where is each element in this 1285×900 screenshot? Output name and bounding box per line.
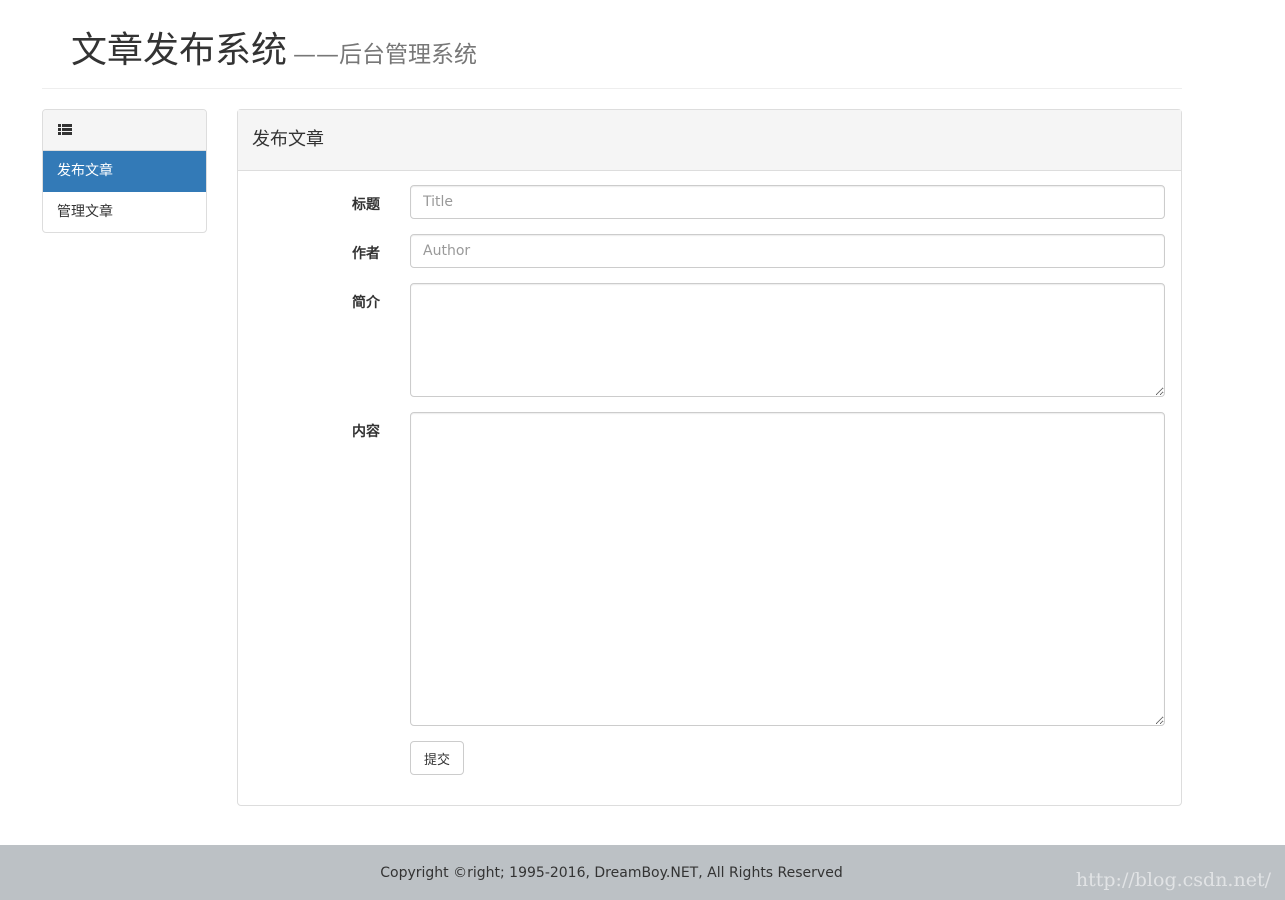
sidebar-item-manage-articles[interactable]: 管理文章 xyxy=(43,192,206,232)
page-header: 文章发布系统 ——后台管理系统 xyxy=(42,0,1182,89)
content-label: 内容 xyxy=(352,424,380,440)
page-subtitle: ——后台管理系统 xyxy=(293,42,478,68)
watermark-text: http://blog.csdn.net/ xyxy=(1075,869,1271,891)
content-textarea[interactable] xyxy=(410,412,1165,726)
sidebar: 发布文章 管理文章 xyxy=(42,109,207,233)
title-input[interactable] xyxy=(410,185,1165,219)
copyright-text: Copyright ©right; 1995-2016, DreamBoy.NE… xyxy=(380,865,843,881)
page-title: 文章发布系统 ——后台管理系统 xyxy=(71,30,477,76)
author-input[interactable] xyxy=(410,234,1165,268)
title-label: 标题 xyxy=(352,197,380,213)
sidebar-item-publish-article[interactable]: 发布文章 xyxy=(43,151,206,192)
summary-label: 简介 xyxy=(352,295,380,311)
author-label: 作者 xyxy=(352,246,380,262)
footer: Copyright ©right; 1995-2016, DreamBoy.NE… xyxy=(0,845,1285,900)
panel-title: 发布文章 xyxy=(238,110,1181,171)
publish-panel: 发布文章 标题 作者 简介 内容 提交 xyxy=(237,109,1182,806)
summary-textarea[interactable] xyxy=(410,283,1165,397)
sidebar-heading xyxy=(43,110,206,151)
page-title-text: 文章发布系统 xyxy=(71,30,288,71)
submit-button[interactable]: 提交 xyxy=(410,741,464,775)
list-icon xyxy=(58,124,72,136)
